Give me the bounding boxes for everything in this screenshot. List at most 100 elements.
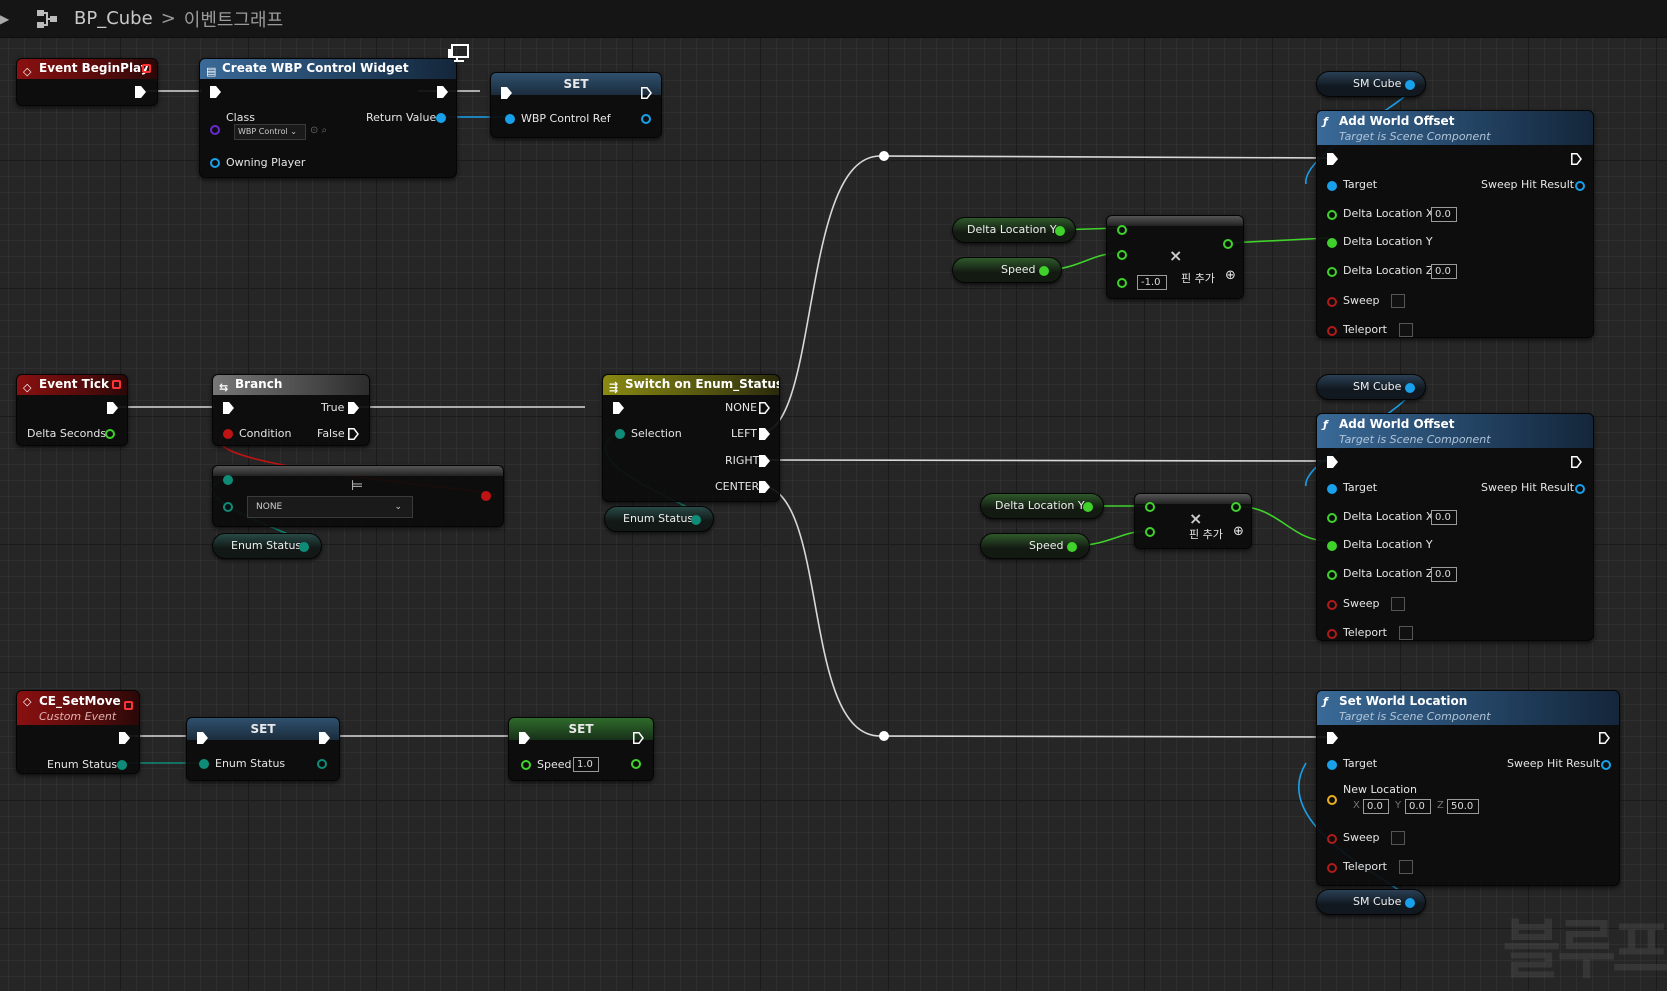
equal-result-pin[interactable] [481,491,491,501]
sweep-hit-pin[interactable] [1601,760,1611,770]
delta-x-field[interactable]: 0.0 [1431,510,1457,525]
widget-ref-pin[interactable] [505,114,515,124]
enum-status-getter[interactable]: Enum Status [212,533,322,559]
delta-z-pin[interactable] [1327,570,1337,580]
false-exec-pin[interactable] [348,428,359,440]
owning-player-pin[interactable] [210,158,220,168]
widget-ref-out-pin[interactable] [641,114,651,124]
delta-z-field[interactable]: 0.0 [1431,264,1457,279]
enum-status-in-pin[interactable] [199,759,209,769]
set-widget-ref-node[interactable]: SET WBP Control Ref [490,72,662,138]
create-widget-node[interactable]: ▤ Create WBP Control Widget Class WBP Con… [199,44,469,178]
mult-b-pin[interactable] [1145,527,1155,537]
location-y-field[interactable]: 0.0 [1405,799,1431,814]
set-speed-node[interactable]: SET Speed 1.0 [508,717,654,781]
delegate-pin-icon[interactable] [142,64,151,73]
return-value-pin[interactable] [436,113,446,123]
delta-location-y-getter[interactable]: Delta Location Y [952,217,1076,243]
sm-cube-getter[interactable]: SM Cube [1316,374,1426,400]
teleport-checkbox[interactable] [1399,860,1413,874]
delegate-pin-icon[interactable] [112,380,121,389]
add-pin-label[interactable]: 핀 추가 [1189,526,1223,542]
teleport-checkbox[interactable] [1399,323,1413,337]
target-pin[interactable] [1327,181,1337,191]
sm-cube-getter[interactable]: SM Cube [1316,889,1426,915]
condition-pin[interactable] [223,429,233,439]
exec-in-pin[interactable] [1327,153,1338,165]
mult-out-pin[interactable] [1231,502,1241,512]
exec-out-pin[interactable] [319,732,330,744]
target-pin[interactable] [1327,760,1337,770]
multiply-node-1[interactable]: -1.0 × 핀 추가 ⊕ [1106,215,1244,299]
exec-out-pin[interactable] [641,87,652,99]
speed-getter[interactable]: Speed [980,533,1090,559]
set-enum-status-node[interactable]: SET Enum Status [186,717,340,781]
exec-out-pin[interactable] [633,732,644,744]
sweep-pin[interactable] [1327,600,1337,610]
exec-in-pin[interactable] [519,732,530,744]
speed-pin[interactable] [1067,542,1077,552]
sweep-pin[interactable] [1327,834,1337,844]
delta-location-y-pin[interactable] [1055,226,1065,236]
location-x-field[interactable]: 0.0 [1363,799,1389,814]
new-location-pin[interactable] [1327,795,1337,805]
exec-in-pin[interactable] [197,732,208,744]
sweep-checkbox[interactable] [1391,597,1405,611]
sm-cube-pin[interactable] [1405,383,1415,393]
mult-b-pin[interactable] [1117,250,1127,260]
add-pin-icon[interactable]: ⊕ [1233,524,1244,539]
exec-out-pin[interactable] [1571,456,1582,468]
delta-location-y-pin[interactable] [1083,502,1093,512]
add-world-offset-node-2[interactable]: ƒ Add World Offset Target is Scene Compone… [1316,413,1594,641]
enum-value-dropdown[interactable]: NONE ⌄ [247,496,413,518]
event-graph-canvas[interactable]: ◇ Event BeginPlay ▤ Create WBP Control Wid… [0,38,1667,991]
delta-seconds-pin[interactable] [105,429,115,439]
exec-out-pin[interactable] [119,732,130,744]
delta-y-pin[interactable] [1327,541,1337,551]
enum-status-pin[interactable] [299,542,309,552]
enum-status-out-pin[interactable] [317,759,327,769]
breadcrumb-blueprint[interactable]: BP_Cube [74,8,153,29]
switch-enum-node[interactable]: ⇶ Switch on Enum_Status Selection NONE LE… [602,374,780,502]
exec-out-pin[interactable] [135,86,146,98]
delta-x-pin[interactable] [1327,513,1337,523]
delta-z-field[interactable]: 0.0 [1431,567,1457,582]
exec-out-pin[interactable] [1571,153,1582,165]
enum-b-pin[interactable] [223,502,233,512]
mult-out-pin[interactable] [1223,239,1233,249]
add-pin-label[interactable]: 핀 추가 [1181,270,1215,286]
delta-location-y-getter[interactable]: Delta Location Y [980,493,1104,519]
target-pin[interactable] [1327,484,1337,494]
delta-y-pin[interactable] [1327,238,1337,248]
exec-in-pin[interactable] [613,402,624,414]
teleport-pin[interactable] [1327,629,1337,639]
ce-setmove-node[interactable]: ◇ CE_SetMove Custom Event Enum Status [16,690,140,774]
exec-out-pin[interactable] [1599,732,1610,744]
speed-pin[interactable] [1039,266,1049,276]
mult-a-pin[interactable] [1145,502,1155,512]
teleport-pin[interactable] [1327,863,1337,873]
teleport-checkbox[interactable] [1399,626,1413,640]
browse-icon[interactable]: ⊙ ⌕ [310,125,327,136]
exec-in-pin[interactable] [223,402,234,414]
true-exec-pin[interactable] [348,402,359,414]
equal-enum-node[interactable]: ⊨ NONE ⌄ [212,465,504,527]
speed-in-pin[interactable] [521,760,531,770]
enum-status-pin[interactable] [691,515,701,525]
class-pin[interactable] [210,125,220,135]
delegate-pin-icon[interactable] [124,701,133,710]
event-beginplay-node[interactable]: ◇ Event BeginPlay [16,58,158,106]
enum-status-pin[interactable] [117,760,127,770]
center-exec-pin[interactable] [759,481,770,493]
sm-cube-pin[interactable] [1405,898,1415,908]
exec-out-pin[interactable] [437,86,448,98]
add-pin-icon[interactable]: ⊕ [1225,268,1236,283]
speed-value-field[interactable]: 1.0 [573,757,599,772]
selection-pin[interactable] [615,429,625,439]
sweep-hit-pin[interactable] [1575,181,1585,191]
class-dropdown[interactable]: WBP Control ⌄ [234,124,306,140]
delta-x-field[interactable]: 0.0 [1431,207,1457,222]
delta-x-pin[interactable] [1327,210,1337,220]
multiply-node-2[interactable]: × 핀 추가 ⊕ [1134,493,1252,549]
sm-cube-pin[interactable] [1405,80,1415,90]
